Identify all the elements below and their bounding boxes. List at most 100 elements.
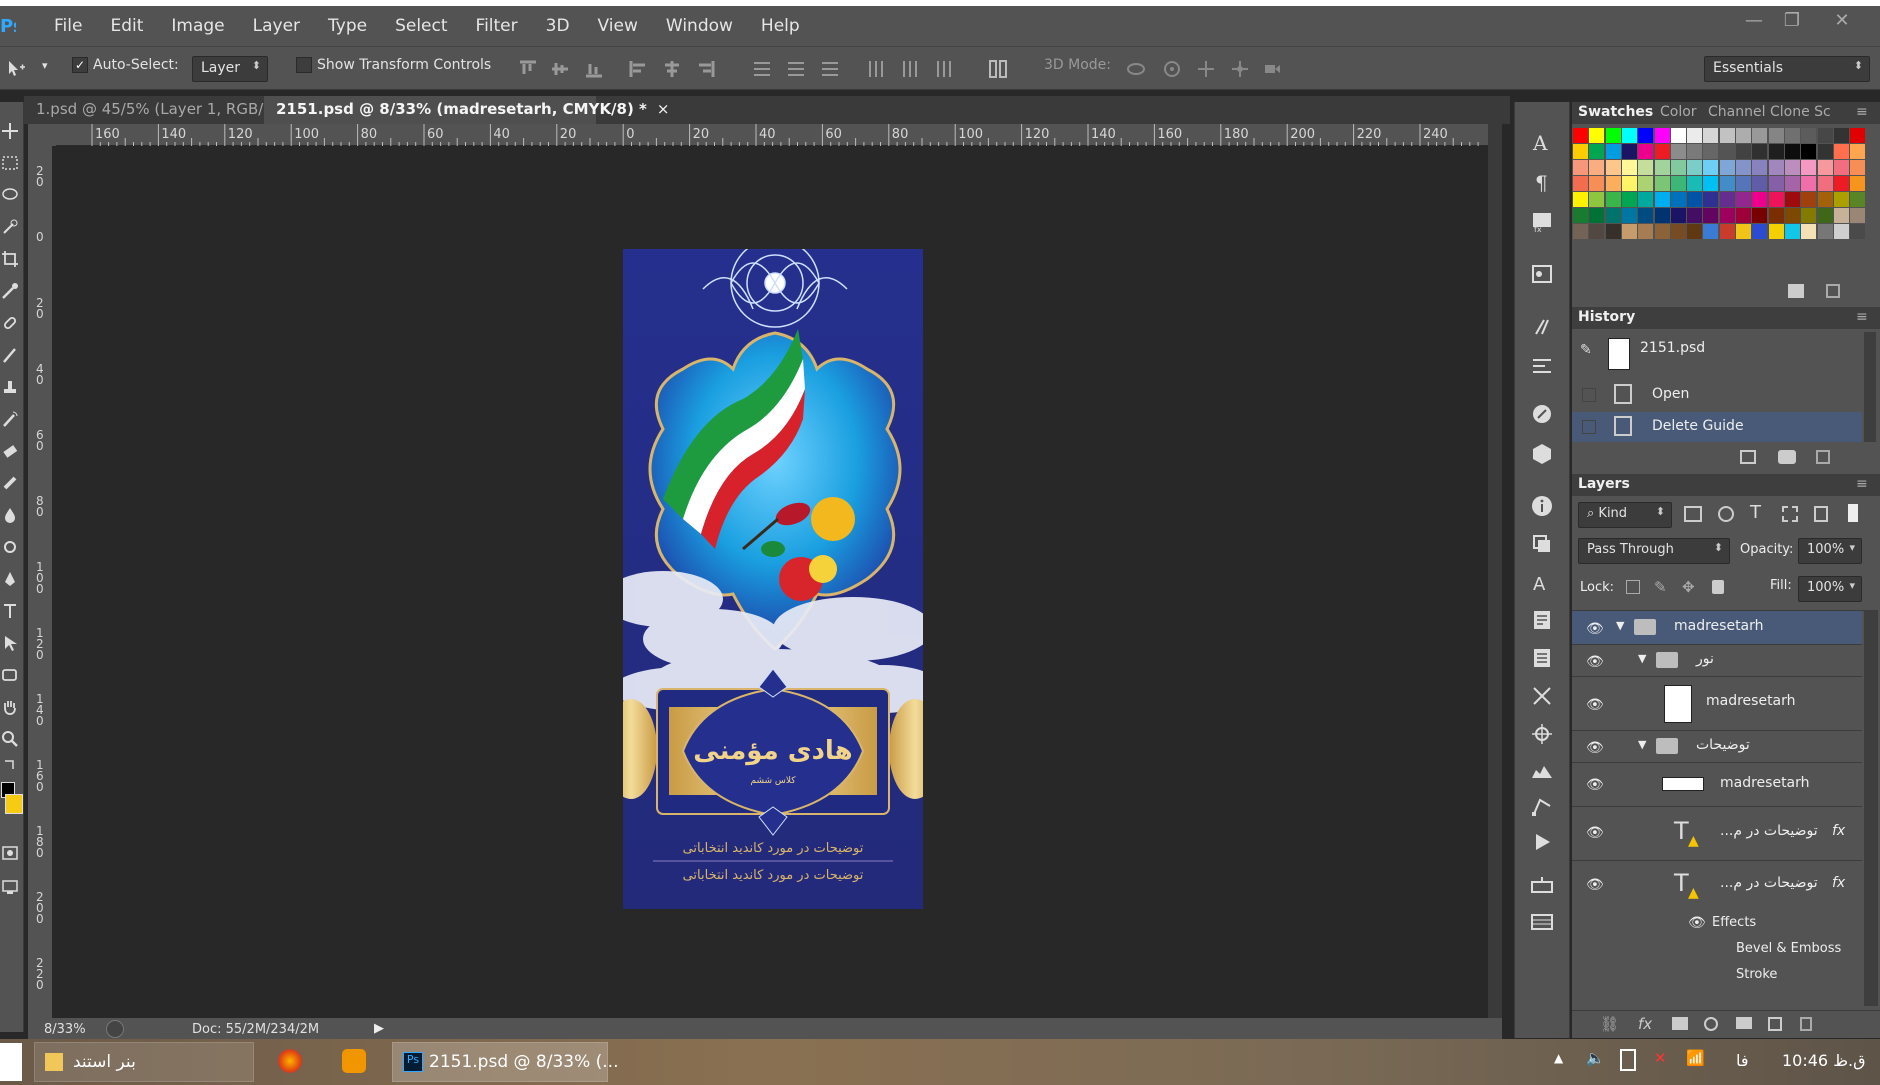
color-swatch[interactable] — [1817, 160, 1833, 175]
color-swatch[interactable] — [1605, 208, 1621, 223]
properties-panel-icon[interactable] — [1530, 646, 1554, 670]
color-swatch[interactable] — [1833, 176, 1849, 191]
signal-icon[interactable]: 📶 — [1686, 1049, 1705, 1067]
color-swatch[interactable] — [1736, 192, 1751, 207]
color-swatch[interactable] — [1573, 224, 1588, 239]
add-style-icon[interactable]: fx — [1638, 1015, 1652, 1033]
color-swatch[interactable] — [1719, 224, 1735, 239]
color-swatch[interactable] — [1752, 160, 1768, 175]
color-swatch[interactable] — [1833, 224, 1849, 239]
color-swatch[interactable] — [1752, 208, 1768, 223]
menu-file[interactable]: File — [40, 16, 96, 36]
color-swatch[interactable] — [1784, 208, 1800, 223]
history-snapshot[interactable]: ✎ 2151.psd — [1572, 332, 1862, 376]
new-layer-icon[interactable] — [1768, 1017, 1782, 1031]
menu-filter[interactable]: Filter — [462, 16, 532, 36]
color-swatch[interactable] — [1687, 224, 1703, 239]
layer-comps-icon[interactable] — [1530, 532, 1554, 556]
align-bottom-icon[interactable] — [584, 59, 604, 79]
color-swatch[interactable] — [1817, 224, 1833, 239]
color-swatch[interactable] — [1736, 176, 1751, 191]
color-swatch[interactable] — [1850, 128, 1866, 143]
color-swatch[interactable] — [1589, 128, 1605, 143]
opacity-field[interactable]: 100% ▾ — [1798, 538, 1862, 564]
layer-group-noor[interactable]: 👁 ▼ نور — [1572, 645, 1862, 677]
lock-transparent-icon[interactable] — [1626, 580, 1640, 594]
color-swatch[interactable] — [1621, 208, 1637, 223]
taskbar-photoshop-button[interactable]: Ps 2151.psd @ 8/33% (... — [392, 1042, 619, 1082]
eye-icon[interactable]: 👁 — [1586, 654, 1606, 670]
color-swatch[interactable] — [1768, 144, 1784, 159]
character-panel-icon[interactable]: A — [1530, 130, 1554, 155]
eye-icon[interactable]: 👁 — [1586, 621, 1606, 637]
clock[interactable]: 10:46 ق.ظ — [1782, 1051, 1866, 1070]
color-swatch[interactable] — [1752, 224, 1768, 239]
lock-position-icon[interactable]: ✥ — [1682, 578, 1695, 596]
menu-3d[interactable]: 3D — [532, 16, 584, 36]
swatch-grid[interactable] — [1572, 124, 1880, 264]
color-swatch[interactable] — [1801, 160, 1817, 175]
align-top-icon[interactable] — [518, 59, 538, 79]
start-button[interactable] — [0, 1043, 22, 1081]
zoom-level[interactable]: 8/33% — [44, 1022, 86, 1037]
text-layer-2[interactable]: 👁 T ▲ ...توضیحات در م fx — [1572, 861, 1862, 911]
expand-arrow-icon[interactable]: ▼ — [1638, 738, 1646, 751]
path-select-tool-icon[interactable] — [1, 634, 21, 656]
effect-stroke[interactable]: Stroke — [1572, 963, 1862, 989]
pen-tool-icon[interactable] — [1, 570, 21, 592]
swap-colors-icon[interactable] — [1, 757, 21, 779]
distribute-vcenter-icon[interactable] — [786, 59, 806, 79]
workspace-dropdown[interactable]: Essentials ⬍ — [1704, 56, 1870, 82]
color-swatch[interactable] — [1589, 208, 1605, 223]
paths-panel-icon[interactable] — [1530, 794, 1554, 818]
color-swatch[interactable] — [1768, 192, 1784, 207]
color-swatch[interactable] — [1833, 160, 1849, 175]
ruler-corner[interactable] — [28, 124, 56, 146]
eye-icon[interactable]: 👁 — [1586, 740, 1606, 756]
distribute-right-icon[interactable] — [934, 59, 954, 79]
color-swatch[interactable] — [1573, 176, 1588, 191]
color-swatch[interactable] — [1736, 144, 1751, 159]
color-swatch[interactable] — [1752, 192, 1768, 207]
color-swatch[interactable] — [1638, 128, 1654, 143]
brush-panel-icon[interactable] — [1530, 354, 1554, 378]
expand-arrow-icon[interactable]: ▼ — [1638, 652, 1646, 665]
color-swatch[interactable] — [1817, 208, 1833, 223]
color-swatch[interactable] — [1784, 176, 1800, 191]
layer-group-madresetarh[interactable]: 👁 ▼ madresetarh — [1572, 611, 1862, 645]
filter-smart-object-icon[interactable] — [1814, 506, 1828, 522]
color-swatch[interactable] — [1687, 160, 1703, 175]
quick-mask-icon[interactable] — [1, 844, 21, 866]
color-swatch[interactable] — [1605, 224, 1621, 239]
color-swatch[interactable] — [1621, 192, 1637, 207]
color-swatch[interactable] — [1638, 144, 1654, 159]
color-swatch[interactable] — [1801, 192, 1817, 207]
menu-layer[interactable]: Layer — [239, 16, 314, 36]
color-swatch[interactable] — [1736, 128, 1751, 143]
color-swatch[interactable] — [1703, 160, 1719, 175]
clone-stamp-tool-icon[interactable] — [1, 378, 21, 400]
filter-toggle-icon[interactable] — [1848, 504, 1858, 522]
color-swatch[interactable] — [1605, 144, 1621, 159]
panel-menu-icon[interactable]: ≡ — [1856, 104, 1868, 120]
healing-brush-tool-icon[interactable] — [1, 314, 21, 336]
menu-type[interactable]: Type — [314, 16, 381, 36]
auto-select-target-dropdown[interactable]: Layer ⬍ — [192, 56, 268, 82]
color-swatch[interactable] — [1784, 224, 1800, 239]
color-swatch[interactable] — [1801, 144, 1817, 159]
type-tool-icon[interactable] — [1, 602, 21, 624]
align-right-icon[interactable] — [696, 59, 716, 79]
color-swatch[interactable] — [1670, 144, 1686, 159]
align-left-icon[interactable] — [628, 59, 648, 79]
color-swatch[interactable] — [1703, 128, 1719, 143]
eye-icon[interactable]: 👁 — [1586, 777, 1606, 793]
move-tool-icon[interactable] — [1, 122, 21, 144]
histogram-panel-icon[interactable] — [1530, 758, 1554, 782]
tab-channels[interactable]: Channel — [1708, 104, 1765, 120]
color-swatch[interactable] — [1719, 176, 1735, 191]
color-swatch[interactable] — [1605, 192, 1621, 207]
color-swatch[interactable] — [1768, 208, 1784, 223]
3d-rotate-icon[interactable] — [1126, 59, 1146, 79]
menu-window[interactable]: Window — [652, 16, 747, 36]
color-swatch[interactable] — [1605, 128, 1621, 143]
